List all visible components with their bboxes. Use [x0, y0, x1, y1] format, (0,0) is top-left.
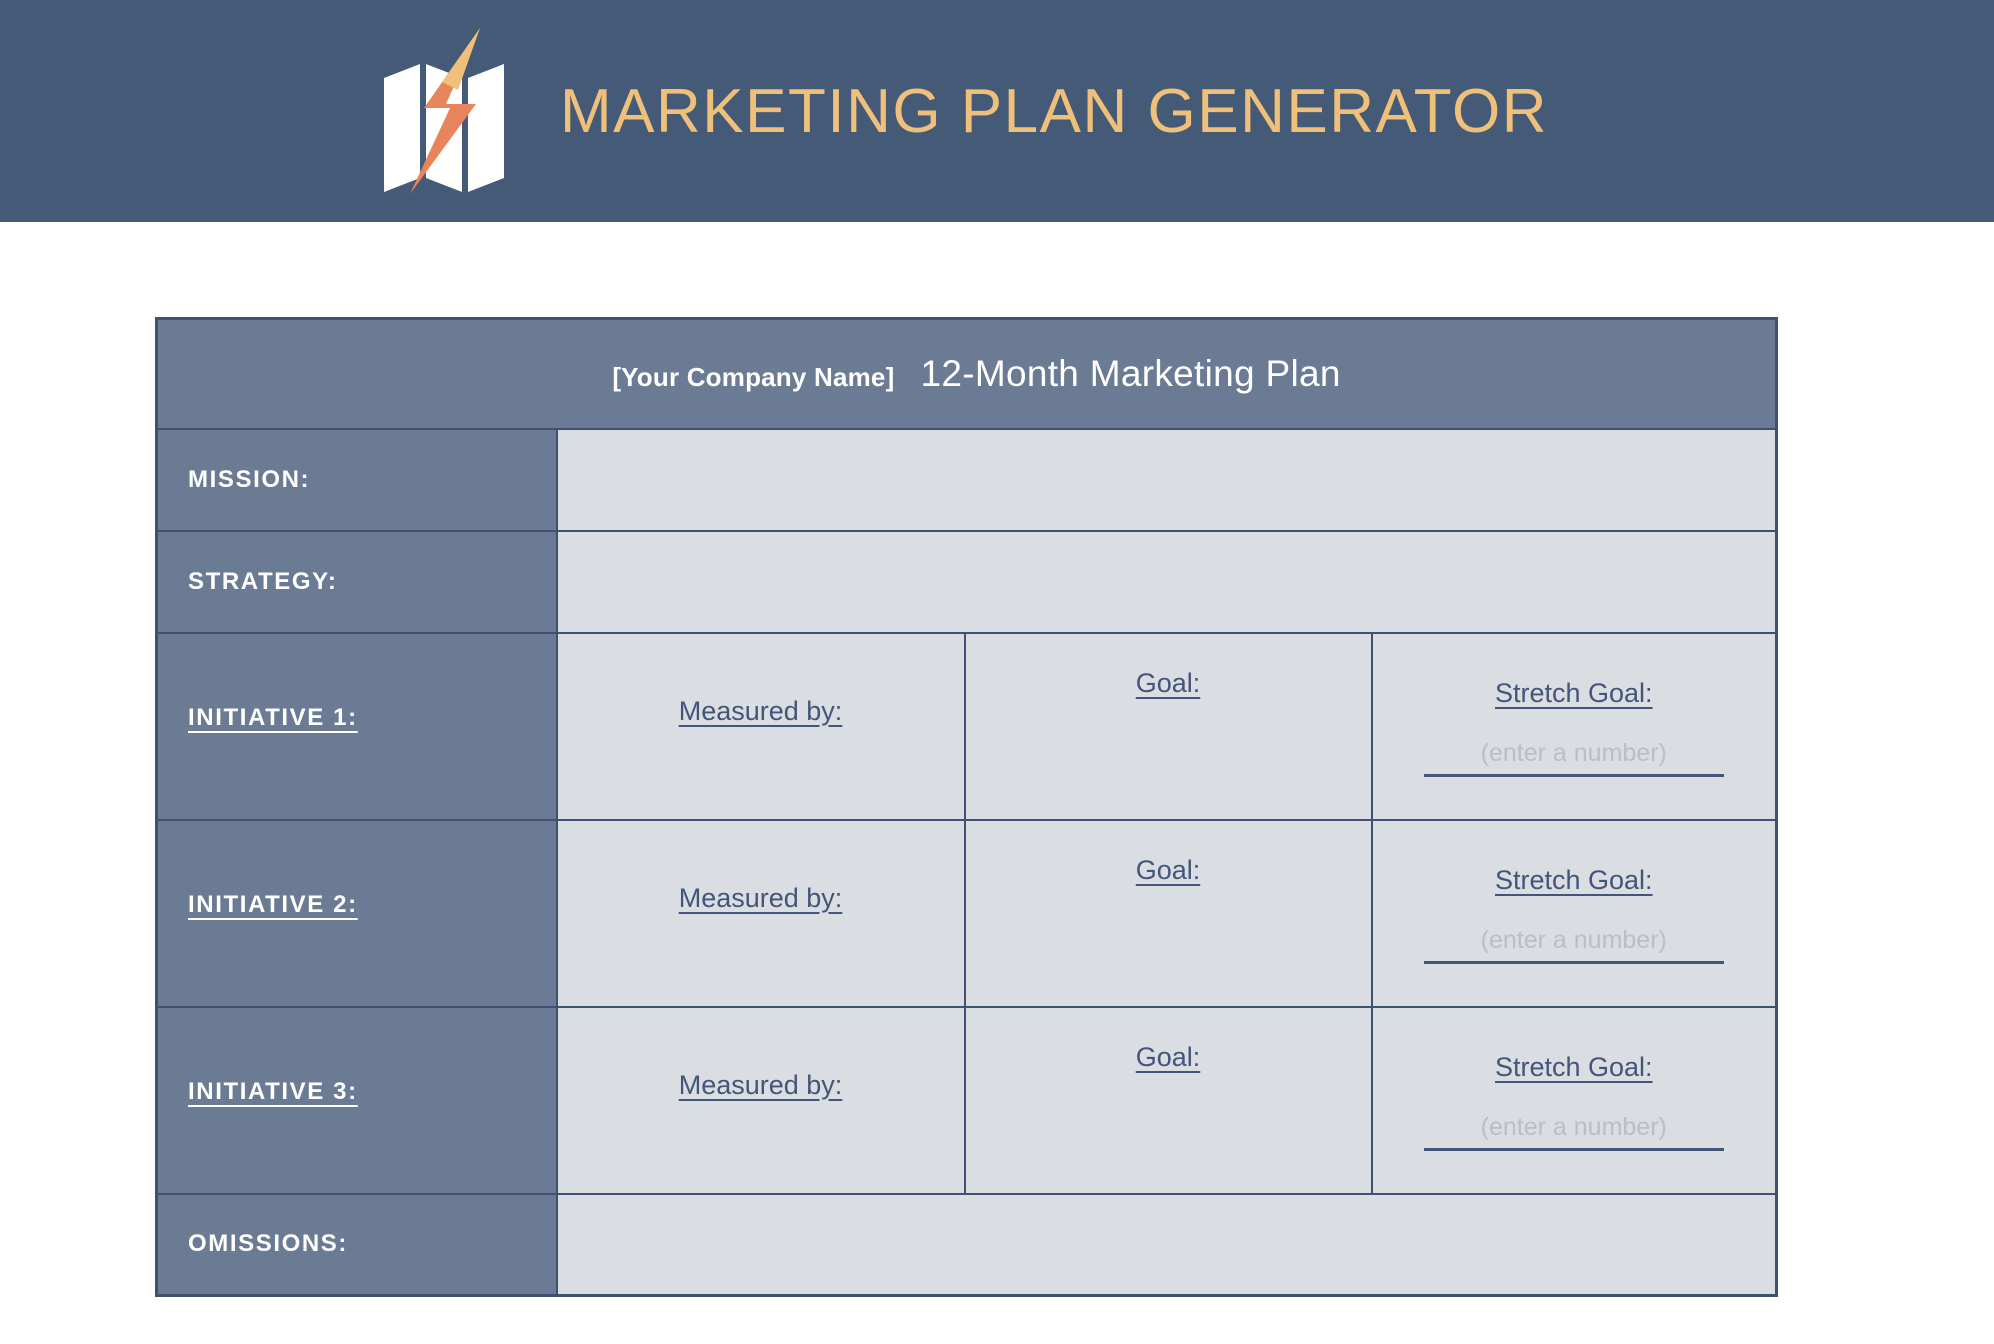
stretch-goal-label-2[interactable]: Stretch Goal:	[1495, 865, 1653, 896]
mission-input-cell[interactable]	[555, 427, 1778, 532]
table-header-cell: [Your Company Name] 12-Month Marketing P…	[155, 317, 1778, 430]
document-page: [Your Company Name] 12-Month Marketing P…	[0, 222, 1994, 1344]
folded-map-lightning-bolt-icon	[384, 28, 504, 194]
initiative-1-goal-cell[interactable]: Goal:	[963, 631, 1373, 821]
initiative-1-stretch-goal-cell[interactable]: Stretch Goal: (enter a number)	[1370, 631, 1778, 821]
stretch-goal-input-rule-2[interactable]	[1423, 960, 1724, 964]
initiative-3-goal-cell[interactable]: Goal:	[963, 1005, 1373, 1195]
table-row-initiative-1: INITIATIVE 1: Measured by: Goal: Stretch…	[155, 631, 1778, 821]
table-row-omissions: OMISSIONS:	[155, 1192, 1778, 1297]
measured-by-label-3[interactable]: Measured by:	[679, 1070, 843, 1101]
row-label-strategy: STRATEGY:	[155, 529, 558, 634]
table-row-mission: MISSION:	[155, 427, 1778, 532]
row-label-mission-text: MISSION:	[188, 465, 311, 493]
brand-logo	[380, 26, 512, 196]
stretch-goal-label-3[interactable]: Stretch Goal:	[1495, 1052, 1653, 1083]
initiative-3-measured-by-cell[interactable]: Measured by:	[555, 1005, 966, 1195]
stretch-goal-hint-1: (enter a number)	[1480, 738, 1667, 767]
table-row-initiative-3: INITIATIVE 3: Measured by: Goal: Stretch…	[155, 1005, 1778, 1195]
company-name-placeholder[interactable]: [Your Company Name]	[612, 362, 894, 393]
app-header-banner: MARKETING PLAN GENERATOR	[0, 0, 1994, 222]
row-label-mission: MISSION:	[155, 427, 558, 532]
app-title: MARKETING PLAN GENERATOR	[560, 76, 1548, 146]
initiative-2-measured-by-cell[interactable]: Measured by:	[555, 818, 966, 1008]
page-bottom-edge	[0, 1322, 1994, 1344]
row-label-initiative-1-text: INITIATIVE 1:	[188, 703, 358, 731]
initiative-1-measured-by-cell[interactable]: Measured by:	[555, 631, 966, 821]
stretch-goal-label-1[interactable]: Stretch Goal:	[1495, 678, 1653, 709]
row-label-initiative-3: INITIATIVE 3:	[155, 1005, 558, 1195]
table-row-initiative-2: INITIATIVE 2: Measured by: Goal: Stretch…	[155, 818, 1778, 1008]
initiative-2-goal-cell[interactable]: Goal:	[963, 818, 1373, 1008]
stretch-goal-input-rule-1[interactable]	[1423, 773, 1724, 777]
measured-by-label-1[interactable]: Measured by:	[679, 696, 843, 727]
row-label-omissions-text: OMISSIONS:	[188, 1230, 349, 1258]
stretch-goal-input-rule-3[interactable]	[1423, 1147, 1724, 1151]
strategy-input-cell[interactable]	[555, 529, 1778, 634]
omissions-input-cell[interactable]	[555, 1192, 1778, 1297]
stretch-goal-hint-2: (enter a number)	[1480, 925, 1667, 954]
stretch-goal-hint-3: (enter a number)	[1480, 1112, 1667, 1141]
row-label-initiative-2: INITIATIVE 2:	[155, 818, 558, 1008]
row-label-initiative-1: INITIATIVE 1:	[155, 631, 558, 821]
row-label-initiative-2-text: INITIATIVE 2:	[188, 890, 358, 918]
goal-label-3[interactable]: Goal:	[1136, 1042, 1201, 1073]
goal-label-1[interactable]: Goal:	[1136, 668, 1201, 699]
table-header-row: [Your Company Name] 12-Month Marketing P…	[155, 317, 1778, 430]
marketing-plan-table: [Your Company Name] 12-Month Marketing P…	[155, 317, 1779, 1297]
table-row-strategy: STRATEGY:	[155, 529, 1778, 634]
row-label-strategy-text: STRATEGY:	[188, 567, 338, 595]
initiative-2-stretch-goal-cell[interactable]: Stretch Goal: (enter a number)	[1370, 818, 1778, 1008]
initiative-3-stretch-goal-cell[interactable]: Stretch Goal: (enter a number)	[1370, 1005, 1778, 1195]
goal-label-2[interactable]: Goal:	[1136, 855, 1201, 886]
row-label-initiative-3-text: INITIATIVE 3:	[188, 1077, 358, 1105]
plan-title: 12-Month Marketing Plan	[920, 352, 1341, 394]
row-label-omissions: OMISSIONS:	[155, 1192, 558, 1297]
measured-by-label-2[interactable]: Measured by:	[679, 883, 843, 914]
